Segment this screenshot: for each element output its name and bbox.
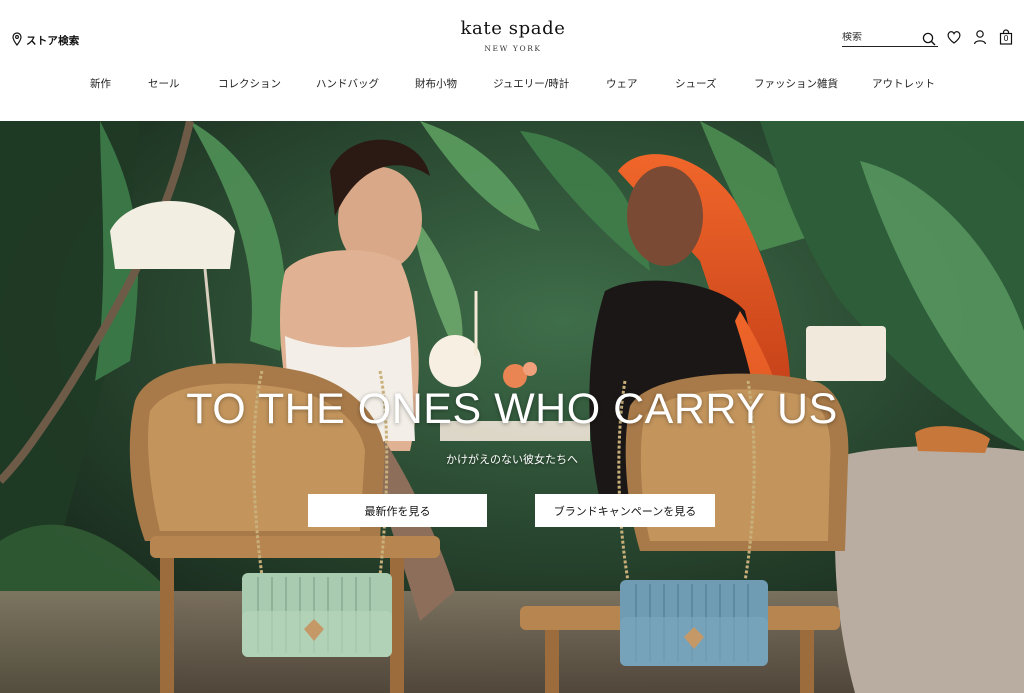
nav-item-new[interactable]: 新作 bbox=[90, 76, 111, 91]
location-pin-icon bbox=[11, 31, 23, 50]
brand-logo[interactable]: kate spade NEW YORK bbox=[438, 18, 588, 53]
logo-subline: NEW YORK bbox=[484, 44, 542, 53]
nav-item-handbags[interactable]: ハンドバッグ bbox=[316, 76, 379, 91]
user-icon[interactable] bbox=[972, 29, 988, 45]
nav-item-collection[interactable]: コレクション bbox=[218, 76, 281, 91]
main-navigation: 新作 セール コレクション ハンドバッグ 財布小物 ジュエリー/時計 ウェア シ… bbox=[0, 76, 1024, 96]
nav-item-jewelry-watches[interactable]: ジュエリー/時計 bbox=[493, 76, 569, 91]
nav-item-apparel[interactable]: ウェア bbox=[606, 76, 638, 91]
search-input[interactable] bbox=[842, 32, 920, 43]
nav-item-sale[interactable]: セール bbox=[148, 76, 180, 91]
store-locator-label: ストア検索 bbox=[26, 35, 80, 47]
shop-new-arrivals-button[interactable]: 最新作を見る bbox=[308, 494, 487, 527]
hero-banner[interactable]: TO THE ONES WHO CARRY US かけがえのない彼女たちへ 最新… bbox=[0, 121, 1024, 693]
nav-item-fashion-accessories[interactable]: ファッション雑貨 bbox=[754, 76, 838, 91]
nav-item-wallets[interactable]: 財布小物 bbox=[415, 76, 457, 91]
view-campaign-button[interactable]: ブランドキャンペーンを見る bbox=[535, 494, 715, 527]
search-box bbox=[842, 29, 938, 47]
logo-wordmark: kate spade bbox=[460, 18, 566, 39]
heart-icon[interactable] bbox=[946, 29, 962, 45]
nav-item-outlet[interactable]: アウトレット bbox=[872, 76, 935, 91]
nav-item-shoes[interactable]: シューズ bbox=[675, 76, 716, 91]
search-icon[interactable] bbox=[922, 31, 936, 46]
store-locator-link[interactable]: ストア検索 bbox=[11, 31, 80, 50]
site-header: ストア検索 kate spade NEW YORK 0 新作 セール コレクショ… bbox=[0, 0, 1024, 121]
hero-subtitle: かけがえのない彼女たちへ bbox=[446, 453, 578, 466]
cart-count-badge: 0 bbox=[1003, 34, 1009, 43]
hero-title: TO THE ONES WHO CARRY US bbox=[186, 385, 838, 433]
